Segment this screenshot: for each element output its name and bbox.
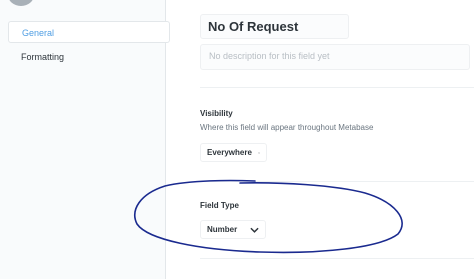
field-type-title: Field Type bbox=[200, 201, 239, 210]
field-name-input[interactable]: No Of Request bbox=[200, 14, 349, 39]
field-type-select-value: Number bbox=[207, 225, 238, 234]
sidebar-item-general[interactable]: General bbox=[8, 21, 170, 43]
field-type-select[interactable]: Number bbox=[200, 220, 266, 239]
divider bbox=[200, 181, 474, 182]
visibility-select[interactable]: Everywhere bbox=[200, 143, 267, 162]
divider bbox=[200, 87, 474, 88]
chevron-down-icon bbox=[258, 151, 260, 154]
visibility-select-value: Everywhere bbox=[207, 148, 252, 157]
avatar bbox=[8, 0, 34, 6]
sidebar-item-formatting[interactable]: Formatting bbox=[8, 46, 170, 68]
settings-sidebar: General Formatting bbox=[0, 0, 170, 279]
field-description-input[interactable]: No description for this field yet bbox=[200, 44, 470, 70]
chevron-down-icon bbox=[250, 227, 259, 233]
visibility-title: Visibility bbox=[200, 109, 233, 118]
divider bbox=[200, 258, 474, 259]
visibility-description: Where this field will appear throughout … bbox=[200, 123, 374, 132]
